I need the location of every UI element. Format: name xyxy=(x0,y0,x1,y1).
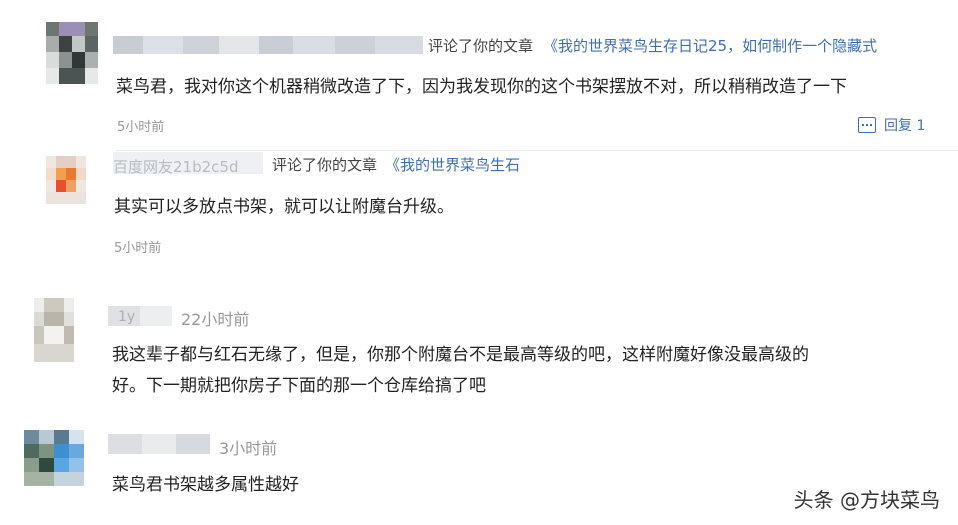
action-text: 评论了你的文章 xyxy=(272,156,378,174)
username-redacted[interactable] xyxy=(113,36,423,54)
username-redacted[interactable]: 百度网友21b2c5d xyxy=(113,152,263,174)
article-link[interactable]: 《我的世界菜鸟生存日记25，如何制作一个隐藏式 xyxy=(543,37,877,55)
comment-text: 菜鸟君，我对你这个机器稍微改造了下，因为我发现你的这个书架摆放不对，所以稍稍改造… xyxy=(116,77,847,97)
comment-time: 22小时前 xyxy=(181,310,250,329)
comment-meta: 评论了你的文章 《我的世界菜鸟生存日记25，如何制作一个隐藏式 xyxy=(428,35,877,56)
watermark: 头条 @方块菜鸟 xyxy=(793,488,940,512)
username-redacted[interactable]: 1y xyxy=(108,306,172,326)
comment-text-line: 我这辈子都与红石无缘了，但是，你那个附魔台不是最高等级的吧，这样附魔好像没最高级… xyxy=(112,345,809,365)
commenter-avatar[interactable] xyxy=(46,156,86,204)
divider xyxy=(116,150,958,151)
comment-bubble-icon xyxy=(858,117,876,133)
comment-time: 3小时前 xyxy=(219,439,278,458)
article-link[interactable]: 《我的世界菜鸟生石 xyxy=(385,156,520,174)
comment-text: 菜鸟君书架越多属性越好 xyxy=(112,475,299,495)
reply-label: 回复 1 xyxy=(884,118,926,134)
comment-text: 其实可以多放点书架，就可以让附魔台升级。 xyxy=(114,197,454,217)
action-text: 评论了你的文章 xyxy=(428,37,534,55)
username-partial: 1y xyxy=(118,309,136,325)
username-redacted[interactable] xyxy=(108,434,210,454)
comment-time: 5小时前 xyxy=(117,120,165,135)
comment-text-line: 好。下一期就把你房子下面的那一个仓库给搞了吧 xyxy=(112,376,486,396)
commenter-avatar[interactable] xyxy=(24,430,84,486)
username-partial: 百度网友21b2c5d xyxy=(113,158,239,174)
commenter-avatar[interactable] xyxy=(34,298,74,362)
comment-time: 5小时前 xyxy=(114,241,162,256)
commenter-avatar[interactable] xyxy=(46,22,98,84)
comment-meta: 评论了你的文章 《我的世界菜鸟生石 xyxy=(272,154,520,175)
reply-button[interactable]: 回复 1 xyxy=(858,115,925,135)
